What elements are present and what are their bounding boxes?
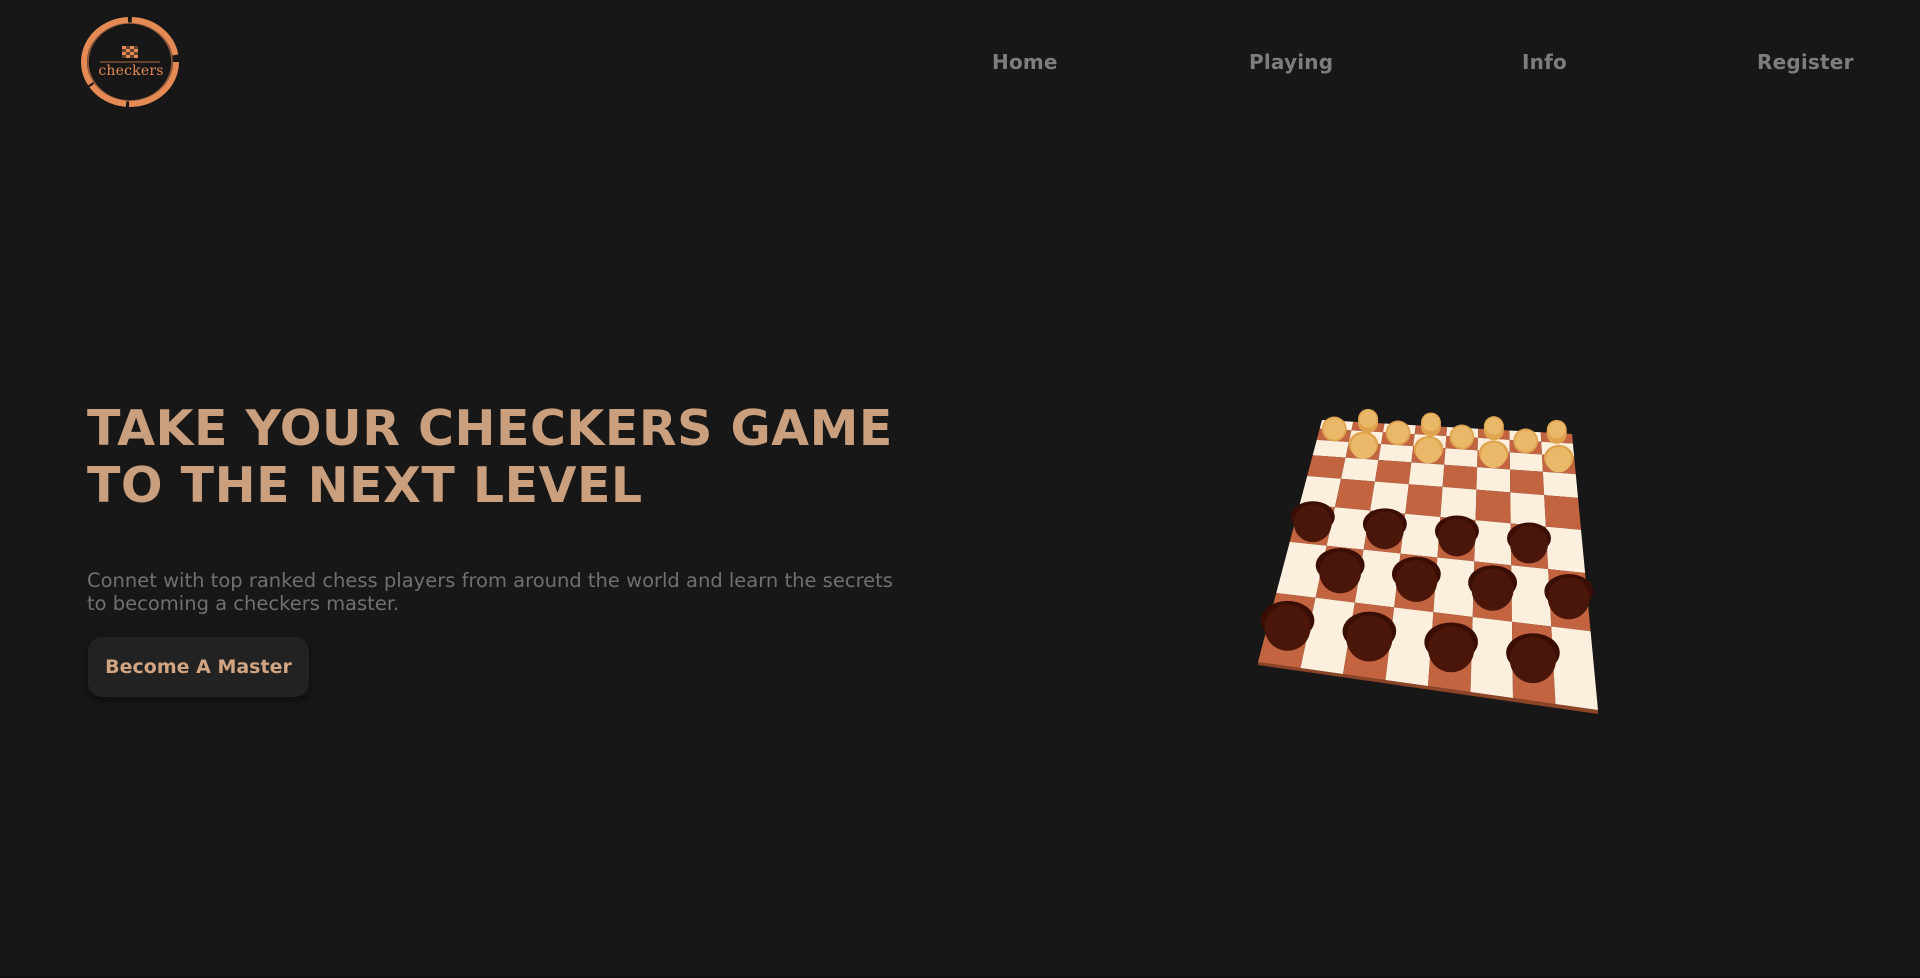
- light-piece: [1449, 424, 1475, 450]
- board-square: [1405, 484, 1443, 517]
- light-piece: [1513, 428, 1539, 454]
- board-square: [1444, 448, 1478, 468]
- board-square: [1510, 492, 1546, 527]
- board-square: [1542, 471, 1579, 498]
- board-square: [1476, 467, 1511, 493]
- board-square: [1509, 452, 1543, 472]
- board-square: [1307, 455, 1346, 479]
- nav-register-link[interactable]: Register: [1757, 50, 1854, 74]
- main-nav: Home Playing Info Register: [0, 50, 1920, 76]
- board-square: [1440, 486, 1477, 521]
- board-square: [1474, 520, 1512, 566]
- board-square: [1374, 459, 1412, 485]
- board-square: [1442, 464, 1478, 490]
- nav-home-link[interactable]: Home: [992, 50, 1058, 74]
- light-piece: [1321, 416, 1347, 442]
- board-square: [1475, 489, 1511, 524]
- board-square: [1334, 478, 1375, 511]
- board-square: [1312, 439, 1349, 458]
- hero-title-line-2: TO THE NEXT LEVEL: [87, 457, 643, 514]
- board-square: [1408, 462, 1445, 487]
- light-piece: [1358, 408, 1379, 433]
- hero-title: TAKE YOUR CHECKERS GAME TO THE NEXT LEVE…: [87, 400, 967, 514]
- nav-playing-link[interactable]: Playing: [1249, 50, 1333, 74]
- hero-subtitle: Connet with top ranked chess players fro…: [87, 569, 987, 615]
- hero-title-line-1: TAKE YOUR CHECKERS GAME: [87, 400, 893, 457]
- hero-subtitle-line-1: Connet with top ranked chess players fro…: [87, 569, 893, 592]
- board-square: [1400, 513, 1441, 558]
- board-square: [1341, 457, 1379, 482]
- page: checkers Home Playing Info Register TAKE…: [0, 0, 1920, 978]
- hero-subtitle-line-2: to becoming a checkers master.: [87, 592, 400, 615]
- board-square: [1510, 469, 1545, 496]
- light-piece: [1420, 412, 1441, 437]
- checkers-board: [1258, 408, 1598, 714]
- become-a-master-button[interactable]: Become A Master: [88, 637, 309, 697]
- checkers-board-illustration: [1250, 408, 1610, 720]
- light-piece: [1546, 419, 1567, 444]
- board-square: [1470, 616, 1513, 698]
- board-square: [1545, 526, 1586, 574]
- board-square: [1433, 557, 1475, 617]
- board-square: [1551, 626, 1598, 710]
- board-square: [1378, 444, 1414, 463]
- light-piece: [1483, 416, 1504, 441]
- nav-info-link[interactable]: Info: [1522, 50, 1567, 74]
- light-piece: [1385, 420, 1411, 446]
- board-square: [1544, 495, 1582, 530]
